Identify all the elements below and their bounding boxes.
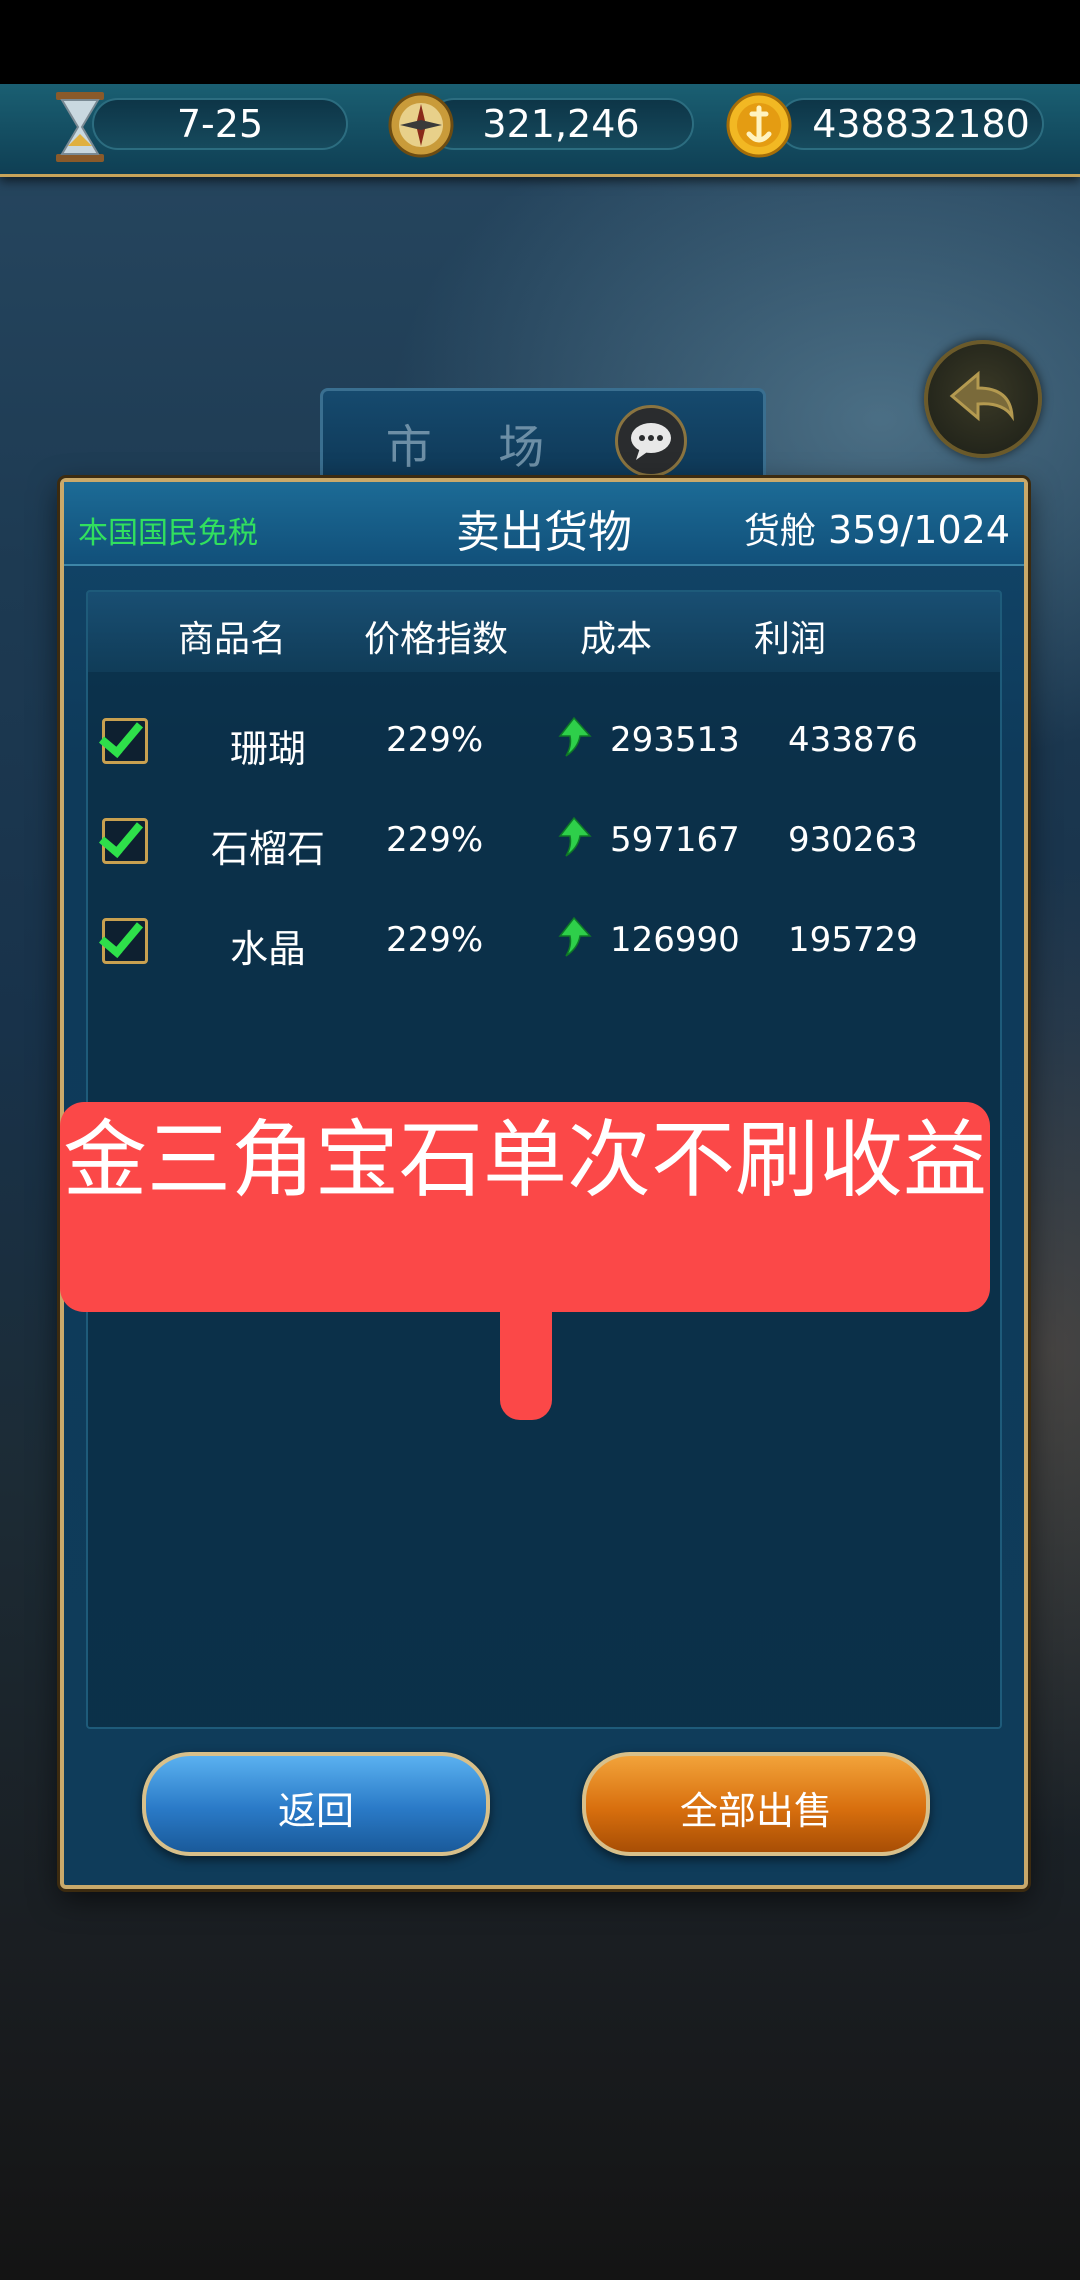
goods-name: 珊瑚 [229,727,306,771]
check-mark [98,811,144,859]
back-arrow-icon [949,370,1014,422]
checkbox-checked-icon[interactable] [98,711,148,764]
status-bar [0,0,1080,84]
compass-value: 321,246 [482,102,640,146]
price-index: 229% [386,820,484,860]
profit: 433876 [788,720,918,760]
resource-bar: 7-25 321,246 438832180 [0,84,1080,177]
table-row[interactable]: 石榴石 229% 597167 930263 [88,792,1000,892]
cargo-hold-value: 359/1024 [827,508,1010,552]
dialog-header: 本国国民免税 卖出货物 货舱 359/1024 [64,482,1024,566]
gold-coin-icon [726,92,792,158]
market-plaque: 市 场 [320,388,766,491]
chat-bubble-glyph [631,423,671,460]
col-profit: 利润 [754,619,827,660]
check-mark [98,711,144,759]
col-cost: 成本 [580,619,653,660]
chat-icon[interactable] [615,405,687,477]
price-up-arrow-icon [558,816,592,857]
goods-name: 石榴石 [210,827,325,871]
cost: 293513 [610,720,740,760]
cargo-hold-label: 货舱 [743,511,816,552]
col-price-index: 价格指数 [364,619,509,660]
gold-display: 438832180 [778,98,1044,150]
cost: 126990 [610,920,740,960]
back-button-label: 返回 [277,1789,354,1833]
goods-name: 水晶 [229,927,306,971]
table-row[interactable]: 水晶 229% 126990 195729 [88,892,1000,992]
annotation-bubble-tail [500,1300,552,1420]
profit: 195729 [788,920,918,960]
price-index: 229% [386,720,484,760]
hourglass-icon [56,92,104,162]
date-display: 7-25 [92,98,348,150]
price-up-arrow-icon [558,916,592,957]
profit: 930263 [788,820,918,860]
compass-display: 321,246 [428,98,694,150]
col-name: 商品名 [178,619,287,660]
table-row[interactable]: 珊瑚 229% 293513 433876 [88,692,1000,792]
table-header: 商品名 价格指数 成本 利润 [88,592,1000,672]
back-button[interactable]: 返回 [142,1752,490,1856]
cost: 597167 [610,820,740,860]
compass-icon [388,92,454,158]
gold-value: 438832180 [812,102,1030,146]
back-arrow-button[interactable] [924,340,1042,458]
price-up-arrow-icon [558,716,592,757]
cargo-hold: 货舱 359/1024 [744,502,1010,554]
checkbox-checked-icon[interactable] [98,811,148,864]
checkbox-checked-icon[interactable] [98,911,148,964]
date-value: 7-25 [176,102,264,146]
annotation-text: 金三角宝石单次不刷收益 [62,1111,987,1209]
sell-all-button-label: 全部出售 [679,1789,832,1833]
market-title: 市 场 [385,420,571,474]
annotation-bubble: 金三角宝石单次不刷收益 [60,1102,990,1312]
check-mark [98,911,144,959]
price-index: 229% [386,920,484,960]
sell-all-button[interactable]: 全部出售 [582,1752,930,1856]
